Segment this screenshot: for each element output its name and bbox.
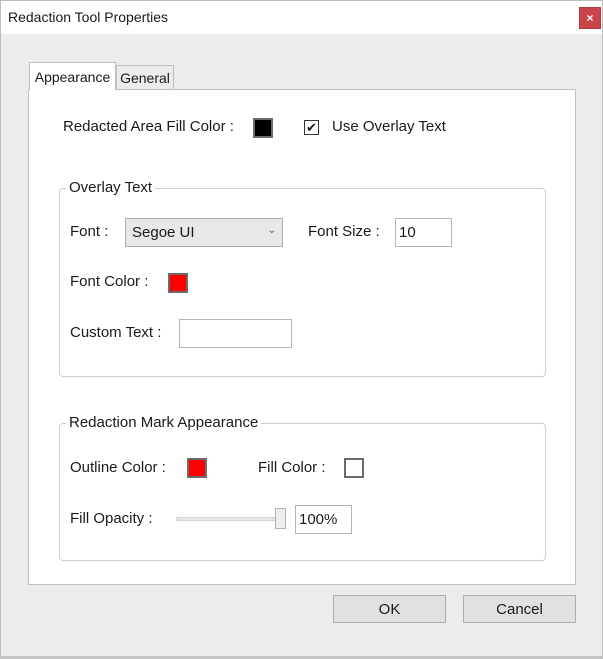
cancel-button[interactable]: Cancel (463, 595, 576, 623)
fill-color-swatch[interactable] (253, 118, 273, 138)
use-overlay-label: Use Overlay Text (332, 118, 446, 135)
font-select[interactable]: Segoe UI ⌄ (125, 218, 283, 247)
outline-color-label: Outline Color : (70, 459, 166, 476)
custom-text-label: Custom Text : (70, 324, 162, 341)
check-icon: ✔ (306, 120, 317, 135)
redaction-mark-group: Redaction Mark Appearance Outline Color … (59, 414, 546, 561)
chevron-down-icon: ⌄ (267, 225, 276, 236)
appearance-panel: Redacted Area Fill Color : ✔ Use Overlay… (28, 89, 576, 585)
overlay-text-group-title: Overlay Text (66, 179, 156, 196)
outline-color-swatch[interactable] (187, 458, 207, 478)
tab-appearance[interactable]: Appearance (29, 62, 116, 90)
font-color-swatch[interactable] (168, 273, 188, 293)
tab-general[interactable]: General (116, 65, 174, 90)
fill-opacity-slider-thumb[interactable] (274, 508, 286, 529)
font-size-label: Font Size : (308, 223, 380, 240)
fill-opacity-slider-track[interactable] (176, 517, 282, 521)
dialog-window: Redaction Tool Properties × Appearance G… (0, 0, 603, 659)
fill-opacity-input[interactable]: 100% (295, 505, 352, 534)
title-bar: Redaction Tool Properties × (1, 1, 602, 34)
window-title: Redaction Tool Properties (8, 9, 169, 25)
mark-fill-color-label: Fill Color : (258, 459, 326, 476)
close-icon: × (586, 11, 594, 25)
mark-fill-color-swatch[interactable] (344, 458, 364, 478)
close-button[interactable]: × (579, 7, 601, 29)
ok-button[interactable]: OK (333, 595, 446, 623)
font-label: Font : (70, 223, 109, 240)
font-select-value: Segoe UI (132, 224, 195, 241)
use-overlay-checkbox[interactable]: ✔ (304, 120, 319, 135)
redaction-mark-group-title: Redaction Mark Appearance (66, 414, 262, 431)
custom-text-input[interactable] (179, 319, 292, 348)
font-size-input[interactable]: 10 (395, 218, 452, 247)
overlay-text-group: Overlay Text Font : Segoe UI ⌄ Font Size… (59, 179, 546, 377)
fill-opacity-label: Fill Opacity : (70, 510, 153, 527)
fill-color-label: Redacted Area Fill Color : (63, 118, 234, 135)
font-color-label: Font Color : (70, 273, 149, 290)
